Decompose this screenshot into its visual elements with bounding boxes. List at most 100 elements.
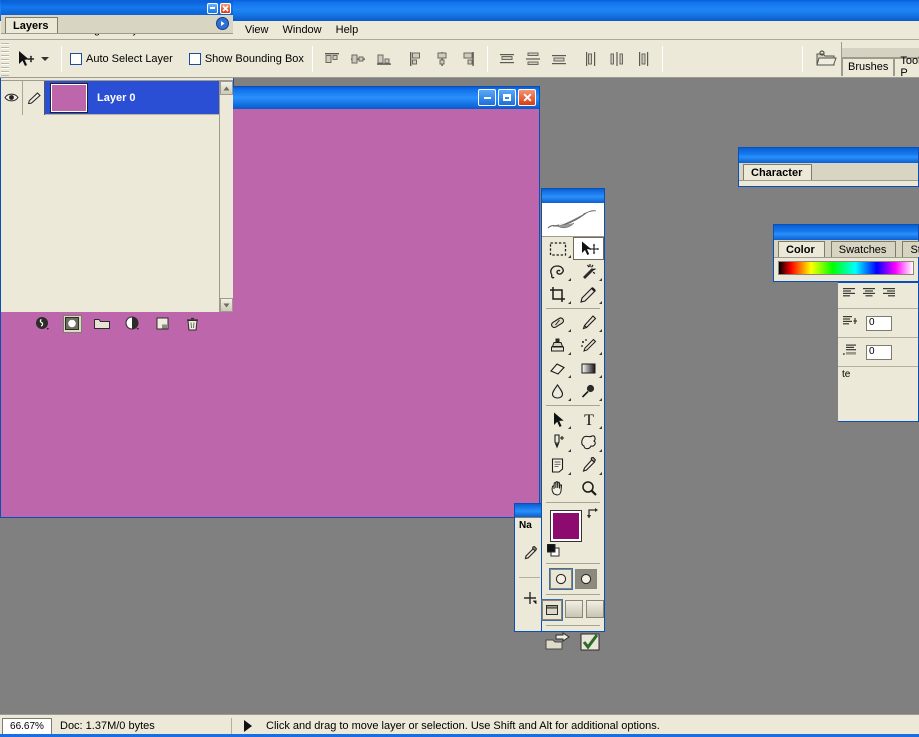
character-panel-titlebar[interactable] bbox=[739, 148, 918, 163]
tab-layers[interactable]: Layers bbox=[5, 17, 58, 33]
eraser-tool[interactable] bbox=[542, 357, 573, 380]
layer-brush-icon[interactable] bbox=[23, 81, 45, 115]
distribute-right-edges-button[interactable] bbox=[632, 48, 654, 70]
blur-tool[interactable] bbox=[542, 380, 573, 403]
table-row[interactable]: Layer 0 bbox=[1, 81, 219, 115]
zoom-tool[interactable] bbox=[573, 477, 604, 500]
indent-left-value[interactable]: 0 bbox=[866, 316, 892, 331]
jump-to-imageready-icon[interactable] bbox=[545, 632, 571, 655]
menu-view[interactable]: View bbox=[238, 22, 276, 38]
layers-close-button[interactable] bbox=[220, 3, 231, 14]
swap-colors-icon[interactable] bbox=[586, 507, 599, 522]
show-bounding-box-checkbox[interactable]: Show Bounding Box bbox=[189, 53, 304, 65]
tab-tool-presets[interactable]: Tool P bbox=[894, 58, 919, 76]
tab-navigator[interactable]: Na bbox=[515, 517, 544, 533]
file-browser-button[interactable] bbox=[811, 44, 841, 74]
full-screen-with-menubar-button[interactable] bbox=[565, 600, 583, 618]
layers-panel-titlebar[interactable] bbox=[1, 1, 233, 15]
layer-visibility-eye-icon[interactable] bbox=[1, 81, 23, 115]
new-group-icon[interactable] bbox=[94, 316, 111, 332]
delete-layer-icon[interactable] bbox=[184, 316, 201, 332]
distribute-left-edges-button[interactable] bbox=[580, 48, 602, 70]
current-tool-indicator[interactable] bbox=[9, 48, 53, 70]
toolbox-titlebar[interactable] bbox=[542, 189, 604, 203]
gradient-tool[interactable] bbox=[573, 357, 604, 380]
layers-panel-menu-button[interactable] bbox=[216, 17, 229, 30]
align-center-icon[interactable] bbox=[863, 287, 876, 302]
tab-color[interactable]: Color bbox=[778, 241, 825, 257]
auto-select-layer-checkbox[interactable]: Auto Select Layer bbox=[70, 53, 173, 65]
type-tool[interactable]: T bbox=[573, 408, 604, 431]
tab-swatches[interactable]: Swatches bbox=[831, 241, 897, 257]
tool-flyout-corner[interactable] bbox=[599, 329, 602, 332]
align-left-edges-button[interactable] bbox=[405, 48, 427, 70]
maximize-button[interactable] bbox=[498, 89, 516, 106]
align-bottom-edges-button[interactable] bbox=[373, 48, 395, 70]
layer-thumbnail[interactable] bbox=[51, 84, 87, 112]
scroll-down-button[interactable] bbox=[220, 298, 233, 312]
tool-flyout-corner[interactable] bbox=[568, 278, 571, 281]
navigator-eyedropper[interactable] bbox=[515, 533, 544, 577]
layer-style-icon[interactable] bbox=[34, 316, 51, 332]
tool-flyout-corner[interactable] bbox=[568, 301, 571, 304]
tool-flyout-corner[interactable] bbox=[599, 301, 602, 304]
align-horizontal-centers-button[interactable] bbox=[431, 48, 453, 70]
quick-mask-mode-button[interactable] bbox=[575, 569, 597, 589]
menu-window[interactable]: Window bbox=[276, 22, 329, 38]
tool-flyout-corner[interactable] bbox=[599, 375, 602, 378]
navigator-titlebar[interactable] bbox=[515, 504, 544, 517]
menu-help[interactable]: Help bbox=[329, 22, 366, 38]
space-before-value[interactable]: 0 bbox=[866, 345, 892, 360]
tab-brushes[interactable]: Brushes bbox=[842, 58, 894, 76]
align-top-edges-button[interactable] bbox=[321, 48, 343, 70]
color-panel-titlebar[interactable] bbox=[774, 225, 918, 240]
clone-stamp-tool[interactable] bbox=[542, 334, 573, 357]
crop-tool[interactable] bbox=[542, 283, 573, 306]
options-bar-grip[interactable] bbox=[1, 42, 9, 76]
distribute-vertical-centers-button[interactable] bbox=[522, 48, 544, 70]
show-bounding-box-box[interactable] bbox=[189, 53, 201, 65]
rectangular-marquee-tool[interactable] bbox=[542, 237, 573, 260]
pen-tool[interactable] bbox=[542, 431, 573, 454]
zoom-level-field[interactable]: 66.67% bbox=[2, 718, 52, 735]
align-right-icon[interactable] bbox=[883, 287, 896, 302]
lasso-tool[interactable] bbox=[542, 260, 573, 283]
distribute-top-edges-button[interactable] bbox=[496, 48, 518, 70]
tool-flyout-corner[interactable] bbox=[599, 278, 602, 281]
tool-flyout-corner[interactable] bbox=[599, 352, 602, 355]
tool-flyout-corner[interactable] bbox=[599, 449, 602, 452]
tool-flyout-corner[interactable] bbox=[568, 255, 571, 258]
path-selection-tool[interactable] bbox=[542, 408, 573, 431]
brush-tool[interactable] bbox=[573, 311, 604, 334]
tool-flyout-corner[interactable] bbox=[568, 329, 571, 332]
notes-tool[interactable] bbox=[542, 454, 573, 477]
minimize-button[interactable] bbox=[478, 89, 496, 106]
close-button[interactable] bbox=[518, 89, 536, 106]
foreground-color-swatch[interactable] bbox=[551, 511, 581, 541]
status-menu-arrow-icon[interactable] bbox=[244, 720, 252, 732]
align-left-icon[interactable] bbox=[843, 287, 856, 302]
navigator-crosshair[interactable] bbox=[515, 578, 544, 618]
tool-flyout-corner[interactable] bbox=[568, 375, 571, 378]
standard-mask-mode-button[interactable] bbox=[550, 569, 572, 589]
tool-flyout-corner[interactable] bbox=[568, 449, 571, 452]
tool-flyout-corner[interactable] bbox=[599, 426, 602, 429]
layers-minimize-button[interactable] bbox=[207, 3, 218, 14]
tool-flyout-corner[interactable] bbox=[568, 352, 571, 355]
distribute-bottom-edges-button[interactable] bbox=[548, 48, 570, 70]
tab-character[interactable]: Character bbox=[743, 164, 812, 180]
scroll-up-button[interactable] bbox=[220, 81, 233, 95]
distribute-horizontal-centers-button[interactable] bbox=[606, 48, 628, 70]
layer-mask-icon[interactable] bbox=[64, 316, 81, 332]
eyedropper-tool[interactable] bbox=[573, 454, 604, 477]
tab-styles[interactable]: Styles bbox=[902, 241, 919, 257]
history-brush-tool[interactable] bbox=[573, 334, 604, 357]
tool-flyout-corner[interactable] bbox=[568, 426, 571, 429]
new-layer-icon[interactable] bbox=[154, 316, 171, 332]
magic-wand-tool[interactable] bbox=[573, 260, 604, 283]
imageready-checkmark-icon[interactable] bbox=[579, 632, 601, 655]
tool-flyout-corner[interactable] bbox=[599, 472, 602, 475]
tool-preset-chevron-down-icon[interactable] bbox=[41, 57, 49, 61]
standard-screen-mode-button[interactable] bbox=[542, 600, 562, 620]
dodge-tool[interactable] bbox=[573, 380, 604, 403]
